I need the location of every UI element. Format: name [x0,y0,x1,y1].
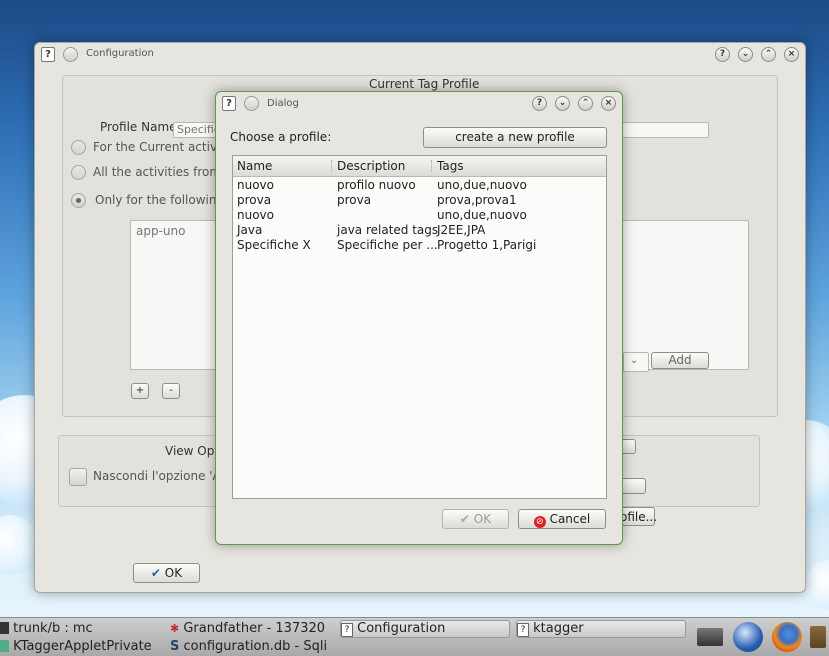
column-header-tags[interactable]: Tags [437,159,464,173]
config-titlebar: ? Configuration ? ⌄ ⌃ × [35,43,805,65]
radio-current-label: For the Current activity [93,140,233,154]
group-heading: Current Tag Profile [369,77,480,91]
table-row[interactable]: nuovo uno,due,nuovo [233,208,606,223]
profile-name-value: Specific [177,123,220,136]
table-body: nuovo profilo nuovo uno,due,nuovo prova … [233,178,606,253]
task-configuration-db[interactable]: S configuration.db - Sqli [170,639,335,655]
hide-option-label: Nascondi l'opzione 'Alt [93,469,229,483]
profile-dialog: ? Dialog ? ⌄ ⌃ × Choose a profile: creat… [215,91,623,545]
cell-description: profilo nuovo [337,178,416,192]
view-options-label: View Opti [165,444,223,458]
dialog-title: Dialog [267,98,299,109]
cancel-icon: ⊘ [533,516,546,528]
cell-name: Java [237,223,263,237]
window-menu-icon[interactable] [244,96,259,111]
bug-icon: ✱ [170,622,180,635]
create-profile-button[interactable]: create a new profile [423,127,607,148]
cell-name: nuovo [237,178,274,192]
cell-name: Specifiche X [237,238,311,252]
question-icon[interactable]: ? [222,96,236,111]
app-icon [0,640,9,652]
cancel-label: Cancel [549,512,591,526]
help-icon[interactable]: ? [532,96,547,111]
task-label: Grandfather - 137320 [183,621,325,636]
choose-profile-label: Choose a profile: [230,130,332,144]
profile-name-label: Profile Name [100,120,177,134]
cell-description: prova [337,193,372,207]
table-header: Name Description Tags [233,156,606,177]
dialog-ok-button[interactable]: ✔ OK [442,509,509,529]
column-header-description[interactable]: Description [337,159,405,173]
activity-item[interactable]: app-uno [136,224,185,238]
column-header-name[interactable]: Name [237,159,272,173]
question-icon: ? [517,623,529,637]
cell-name: nuovo [237,208,274,222]
table-row[interactable]: Java java related tags J2EE,JPA [233,223,606,238]
profile-table[interactable]: Name Description Tags nuovo profilo nuov… [232,155,607,499]
hide-option-checkbox[interactable] [69,468,87,486]
activity-combo[interactable]: ⌄ [623,352,649,372]
task-trunk[interactable]: trunk/b : mc [0,621,165,637]
radio-all-label: All the activities from n [93,165,233,179]
dialog-titlebar: ? Dialog ? ⌄ ⌃ × [216,92,622,114]
cell-description: Specifiche per ... [337,238,438,252]
task-label: trunk/b : mc [13,621,93,636]
cell-description: java related tags [337,223,439,237]
cell-tags: prova,prova1 [437,193,517,207]
cancel-button[interactable]: ⊘ Cancel [518,509,606,529]
window-menu-icon[interactable] [63,47,78,62]
network-icon[interactable] [697,628,723,646]
check-icon: ✔ [150,566,161,580]
desktop-bubble [805,560,829,610]
radio-current-activity[interactable] [71,140,86,155]
column-separator [331,160,332,172]
close-icon[interactable]: × [601,96,616,111]
taskbar: trunk/b : mc ✱ Grandfather - 137320 ? Co… [0,617,829,656]
config-ok-button[interactable]: ✔ OK [133,563,200,583]
minimize-icon[interactable]: ⌄ [738,47,753,62]
close-icon[interactable]: × [784,47,799,62]
terminal-icon [0,622,9,634]
task-ktagger[interactable]: ? ktagger [516,620,686,638]
cell-name: prova [237,193,272,207]
thunderbird-icon[interactable] [733,622,763,652]
dialog-ok-label: OK [473,512,492,526]
task-label: KTaggerAppletPrivate [13,639,152,654]
cell-tags: J2EE,JPA [437,223,486,237]
task-grandfather[interactable]: ✱ Grandfather - 137320 [170,621,325,637]
view-option-button-2[interactable] [620,478,646,494]
column-separator [431,160,432,172]
question-icon: ? [341,623,353,637]
task-label: ktagger [533,621,584,636]
help-icon[interactable]: ? [715,47,730,62]
minus-button[interactable]: - [162,383,180,399]
add-button[interactable]: Add [651,352,709,369]
config-ok-label: OK [164,566,183,580]
table-row[interactable]: prova prova prova,prova1 [233,193,606,208]
chevron-down-icon: ⌄ [630,355,639,366]
check-icon: ✔ [459,512,470,526]
question-icon[interactable]: ? [41,47,55,62]
maximize-icon[interactable]: ⌃ [578,96,593,111]
task-label: configuration.db - Sqli [183,639,328,654]
table-row[interactable]: Specifiche X Specifiche per ... Progetto… [233,238,606,253]
cell-tags: Progetto 1,Parigi [437,238,537,252]
plus-button[interactable]: + [131,383,149,399]
firefox-icon[interactable] [772,622,802,652]
sqlite-icon: S [170,639,180,654]
radio-all-activities[interactable] [71,165,86,180]
radio-only-following[interactable] [71,193,86,208]
minimize-icon[interactable]: ⌄ [555,96,570,111]
table-row[interactable]: nuovo profilo nuovo uno,due,nuovo [233,178,606,193]
task-configuration[interactable]: ? Configuration [340,620,510,638]
task-label: Configuration [357,621,446,636]
clipboard-icon[interactable] [810,626,826,648]
cell-tags: uno,due,nuovo [437,178,527,192]
config-title: Configuration [86,48,154,59]
maximize-icon[interactable]: ⌃ [761,47,776,62]
task-ktaggerapplet[interactable]: KTaggerAppletPrivate [0,639,165,655]
cell-tags: uno,due,nuovo [437,208,527,222]
